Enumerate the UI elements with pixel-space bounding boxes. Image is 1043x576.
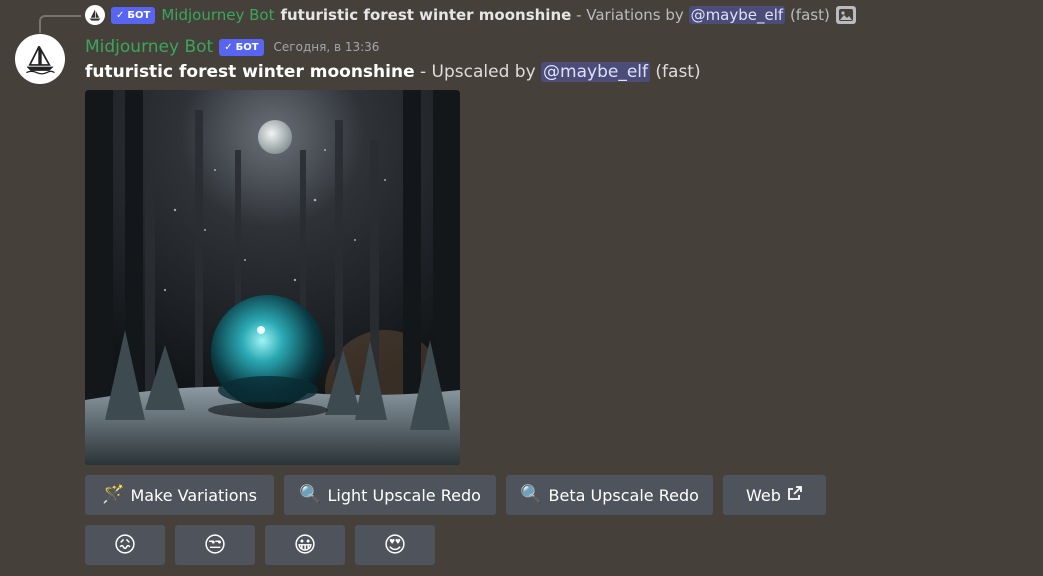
generated-image[interactable]: [85, 90, 460, 465]
reply-bot-tag: ✓ БОТ: [111, 6, 156, 24]
sailboat-icon: [26, 45, 55, 75]
rating-buttons: 😖 😒 😀 😍: [85, 525, 435, 565]
message-header: Midjourney Bot ✓ БОТ Сегодня, в 13:36: [85, 35, 379, 59]
bot-tag: ✓ БОТ: [219, 38, 264, 56]
message-author[interactable]: Midjourney Bot: [85, 37, 213, 57]
magic-wand-icon: 🪄: [102, 484, 125, 505]
magnifier-icon: 🔍: [299, 484, 322, 505]
forest-orb-artwork: [85, 90, 460, 465]
sailboat-icon: [89, 9, 101, 21]
reply-avatar[interactable]: [85, 5, 105, 25]
make-variations-button[interactable]: 🪄 Make Variations: [85, 475, 274, 515]
magnifier-icon: 🔍: [520, 484, 543, 505]
rating-button-grinning[interactable]: 😀: [265, 525, 345, 565]
web-link-button[interactable]: Web: [723, 475, 826, 515]
message-timestamp[interactable]: Сегодня, в 13:36: [274, 40, 380, 54]
rating-button-confounded[interactable]: 😖: [85, 525, 165, 565]
message-prompt: futuristic forest winter moonshine: [85, 62, 415, 82]
verified-check-icon: ✓: [116, 9, 125, 21]
reply-author[interactable]: Midjourney Bot: [161, 6, 274, 24]
reply-prompt: futuristic forest winter moonshine: [280, 6, 572, 24]
action-buttons: 🪄 Make Variations 🔍 Light Upscale Redo 🔍…: [85, 475, 826, 515]
rating-button-heart-eyes[interactable]: 😍: [355, 525, 435, 565]
confounded-face-icon: 😖: [113, 532, 137, 558]
grinning-face-icon: 😀: [293, 532, 317, 558]
reply-speed: (fast): [785, 6, 830, 24]
reply-mention[interactable]: @maybe_elf: [688, 6, 786, 24]
message-mention[interactable]: @maybe_elf: [541, 62, 651, 82]
external-link-icon: [787, 485, 803, 505]
message-content: futuristic forest winter moonshine - Ups…: [85, 62, 701, 86]
bot-avatar[interactable]: [15, 34, 65, 84]
reply-suffix: - Variations by: [571, 6, 689, 24]
verified-check-icon: ✓: [224, 41, 233, 53]
heart-eyes-icon: 😍: [383, 532, 407, 558]
reply-connector: [39, 15, 81, 33]
chat-page: ✓ БОТ Midjourney Bot futuristic forest w…: [0, 0, 1043, 576]
beta-upscale-redo-button[interactable]: 🔍 Beta Upscale Redo: [506, 475, 713, 515]
unamused-face-icon: 😒: [203, 532, 227, 558]
light-upscale-redo-button[interactable]: 🔍 Light Upscale Redo: [284, 475, 496, 515]
image-icon: [835, 6, 856, 24]
reply-preview[interactable]: ✓ БОТ Midjourney Bot futuristic forest w…: [85, 4, 856, 26]
rating-button-unamused[interactable]: 😒: [175, 525, 255, 565]
message-speed: (fast): [650, 62, 701, 82]
message-suffix: - Upscaled by: [414, 62, 542, 82]
